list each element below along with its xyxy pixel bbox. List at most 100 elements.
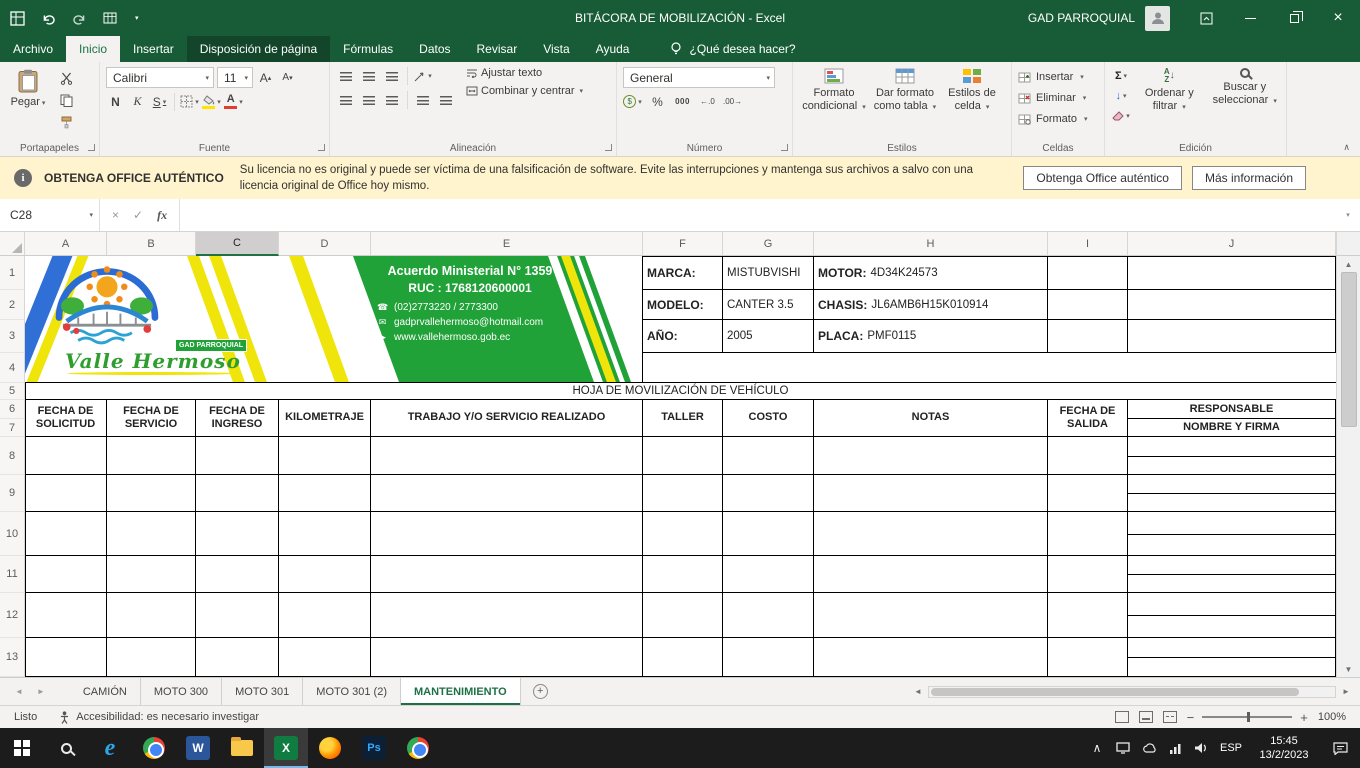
chasis-cell[interactable]: CHASIS:JL6AMB6H15K010914 <box>814 290 1048 319</box>
sheet-nav-right-icon[interactable]: ► <box>30 678 52 705</box>
header-notas[interactable]: NOTAS <box>814 400 1048 436</box>
column-header-g[interactable]: G <box>723 232 814 256</box>
excel-app-icon[interactable] <box>10 11 25 26</box>
cell[interactable] <box>25 437 107 474</box>
cell[interactable] <box>643 638 723 676</box>
cell[interactable] <box>1128 556 1336 592</box>
copy-icon[interactable] <box>56 91 76 109</box>
row-header[interactable]: 13 <box>0 638 25 677</box>
cell[interactable] <box>279 638 371 676</box>
taskbar-firefox-icon[interactable] <box>308 728 352 768</box>
marca-label[interactable]: MARCA: <box>643 256 723 289</box>
zoom-in-icon[interactable]: + <box>1300 710 1308 725</box>
row-header[interactable]: 4 <box>0 353 25 383</box>
percent-style-icon[interactable]: % <box>648 92 667 111</box>
cell[interactable] <box>371 475 643 511</box>
cell[interactable] <box>107 437 196 474</box>
marca-value[interactable]: MISTUBVISHI <box>723 256 814 289</box>
decrease-font-icon[interactable]: A▾ <box>278 68 297 87</box>
column-header-h[interactable]: H <box>814 232 1048 256</box>
align-bottom-icon[interactable] <box>382 67 402 85</box>
zoom-out-icon[interactable]: − <box>1187 710 1195 725</box>
cell[interactable] <box>1048 556 1128 592</box>
delete-cells-button[interactable]: Eliminar▾ <box>1018 88 1100 108</box>
format-cells-button[interactable]: Formato▾ <box>1018 109 1100 129</box>
autosum-icon[interactable]: Σ▾ <box>1111 67 1131 85</box>
placa-cell[interactable]: PLACA:PMF0115 <box>814 320 1048 352</box>
tab-inicio[interactable]: Inicio <box>66 36 120 62</box>
select-all-corner[interactable] <box>0 232 25 256</box>
underline-button[interactable]: S▾ <box>150 92 169 111</box>
cell[interactable] <box>723 512 814 555</box>
start-button[interactable] <box>0 728 44 768</box>
cell[interactable] <box>196 475 279 511</box>
cell[interactable] <box>371 512 643 555</box>
font-color-button[interactable]: A▾ <box>224 92 243 111</box>
onedrive-icon[interactable] <box>1136 728 1162 768</box>
sheet-tab-moto-301-2[interactable]: MOTO 301 (2) <box>303 678 401 705</box>
taskbar-chrome2-icon[interactable] <box>396 728 440 768</box>
decrease-decimal-icon[interactable]: .00→ <box>723 92 742 111</box>
row-header[interactable]: 2 <box>0 290 25 320</box>
header-taller[interactable]: TALLER <box>643 400 723 436</box>
row-header[interactable]: 1 <box>0 256 25 290</box>
cell[interactable] <box>643 593 723 637</box>
cell[interactable] <box>1128 290 1336 319</box>
name-box[interactable]: C28▾ <box>0 199 100 231</box>
cell[interactable] <box>1048 437 1128 474</box>
cell[interactable] <box>371 638 643 676</box>
cell[interactable] <box>25 475 107 511</box>
format-as-table-button[interactable]: Dar formato como tabla ▾ <box>869 67 941 113</box>
align-top-icon[interactable] <box>336 67 356 85</box>
language-indicator[interactable]: ESP <box>1214 728 1248 768</box>
cell[interactable] <box>1048 320 1128 352</box>
cell[interactable] <box>814 437 1048 474</box>
page-layout-view-icon[interactable] <box>1139 711 1153 723</box>
increase-font-icon[interactable]: A▴ <box>256 68 275 87</box>
cell[interactable] <box>1048 512 1128 555</box>
tab-archivo[interactable]: Archivo <box>0 36 66 62</box>
clock[interactable]: 15:45 13/2/2023 <box>1248 728 1320 768</box>
cancel-icon[interactable]: × <box>112 208 119 222</box>
cell[interactable] <box>1128 256 1336 289</box>
cell[interactable] <box>107 475 196 511</box>
horizontal-scrollbar[interactable]: ◄ ► <box>910 678 1354 705</box>
cell[interactable] <box>1048 593 1128 637</box>
cell[interactable] <box>371 593 643 637</box>
cell[interactable] <box>107 593 196 637</box>
column-header-i[interactable]: I <box>1048 232 1128 256</box>
cell[interactable] <box>279 593 371 637</box>
collapse-ribbon-icon[interactable]: ∧ <box>1343 142 1350 153</box>
cut-icon[interactable] <box>56 69 76 87</box>
cell[interactable] <box>371 556 643 592</box>
cell[interactable] <box>1048 475 1128 511</box>
cell[interactable] <box>814 593 1048 637</box>
row-header[interactable]: 8 <box>0 437 25 475</box>
tab-ayuda[interactable]: Ayuda <box>583 36 643 62</box>
motor-cell[interactable]: MOTOR:4D34K24573 <box>814 256 1048 289</box>
insert-function-icon[interactable]: fx <box>157 208 167 223</box>
zoom-slider[interactable] <box>1247 712 1250 722</box>
header-kilometraje[interactable]: KILOMETRAJE <box>279 400 371 436</box>
formula-input[interactable] <box>180 199 1334 231</box>
undo-icon[interactable] <box>41 12 56 25</box>
cell[interactable] <box>25 556 107 592</box>
sheet-title[interactable]: HOJA DE MOVILIZACIÓN DE VEHÍCULO <box>25 383 1336 400</box>
cell[interactable] <box>279 475 371 511</box>
column-header-c[interactable]: C <box>196 232 279 256</box>
accounting-format-icon[interactable]: $▾ <box>623 92 642 111</box>
cell[interactable] <box>723 638 814 676</box>
find-select-button[interactable]: Buscar y seleccionar ▾ <box>1208 67 1282 125</box>
scroll-up-icon[interactable]: ▲ <box>1337 256 1360 272</box>
cell[interactable] <box>1048 290 1128 319</box>
row-header[interactable]: 3 <box>0 320 25 353</box>
cell[interactable] <box>279 556 371 592</box>
taskbar-search-icon[interactable] <box>44 728 88 768</box>
cell[interactable] <box>1128 437 1336 474</box>
orientation-icon[interactable]: ▾ <box>413 67 433 85</box>
sheet-tab-mantenimiento[interactable]: MANTENIMIENTO <box>401 678 521 705</box>
taskbar-excel-icon[interactable]: X <box>264 728 308 768</box>
network-icon[interactable] <box>1162 728 1188 768</box>
decrease-indent-icon[interactable] <box>413 91 433 109</box>
cell[interactable] <box>107 512 196 555</box>
